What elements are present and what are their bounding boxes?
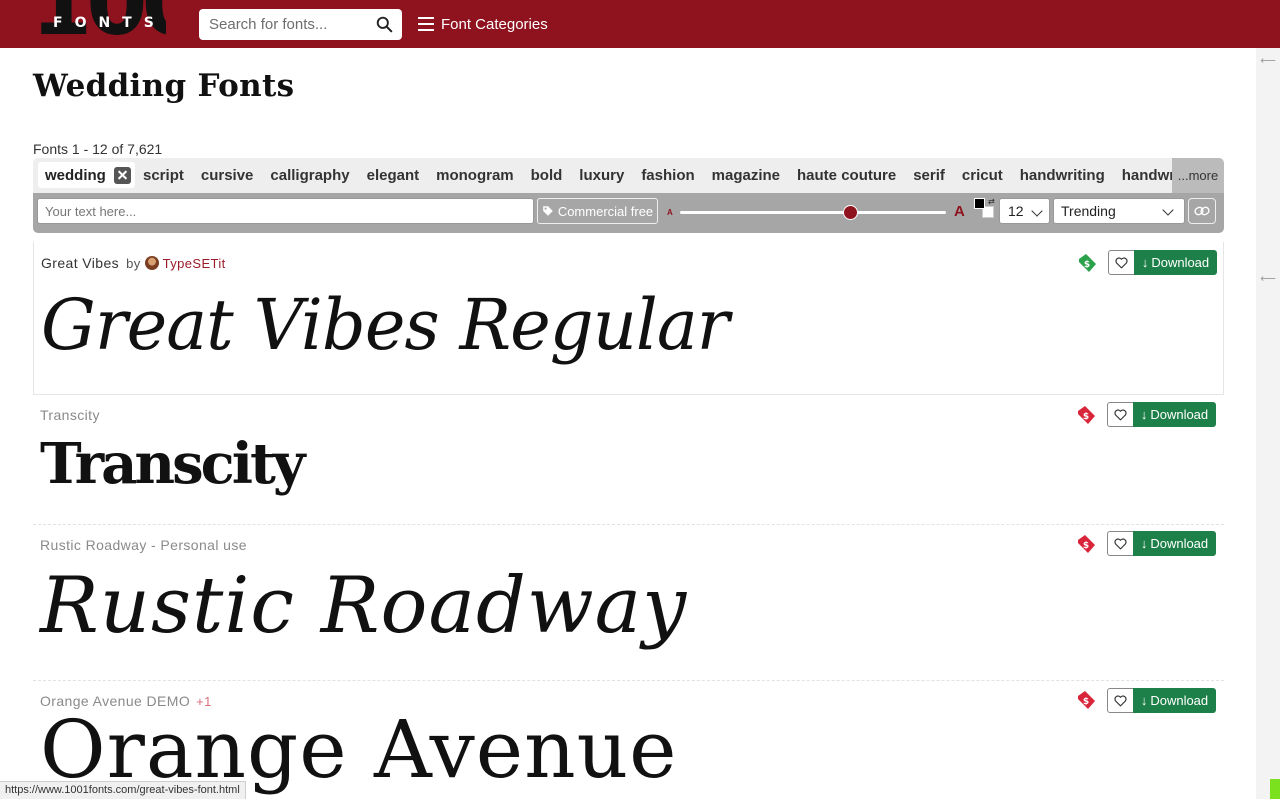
download-button[interactable]: ↓ Download: [1133, 688, 1216, 713]
font-row: Transcity $ ↓ Download Transcity: [33, 395, 1224, 525]
font-name-link[interactable]: Great Vibes: [41, 255, 119, 271]
close-icon[interactable]: [113, 166, 131, 184]
arrow-left-icon[interactable]: ⟵: [1260, 272, 1276, 285]
tag-item[interactable]: calligraphy: [270, 167, 349, 184]
site-logo[interactable]: 1001 FONTS: [33, 0, 166, 48]
download-label: Download: [1151, 255, 1210, 270]
download-arrow-icon: ↓: [1140, 536, 1148, 551]
status-bar-url: https://www.1001fonts.com/great-vibes-fo…: [0, 781, 246, 799]
commercial-free-label: Commercial free: [557, 203, 654, 219]
font-preview[interactable]: Great Vibes Regular: [41, 284, 730, 366]
slider-thumb[interactable]: [842, 205, 858, 220]
font-row: Great Vibes by TypeSETit $ ↓ Download Gr…: [33, 242, 1224, 395]
font-title: Transcity: [40, 407, 100, 423]
tag-item[interactable]: cursive: [201, 167, 254, 184]
top-bar: 1001 FONTS Font Categories: [0, 0, 1280, 48]
download-button[interactable]: ↓ Download: [1133, 402, 1216, 427]
favorite-button[interactable]: [1107, 402, 1134, 427]
tag-item[interactable]: bold: [531, 167, 563, 184]
tag-item[interactable]: fashion: [641, 167, 694, 184]
tag-item[interactable]: monogram: [436, 167, 514, 184]
tag-item[interactable]: luxury: [579, 167, 624, 184]
active-tag-label: wedding: [45, 166, 106, 184]
author-link[interactable]: TypeSETit: [163, 256, 226, 271]
download-label: Download: [1150, 407, 1209, 422]
search-box: [199, 9, 402, 40]
chevron-down-icon: [1031, 205, 1043, 217]
by-label: by: [126, 255, 141, 271]
commercial-free-toggle[interactable]: Commercial free: [537, 198, 658, 224]
avatar: [144, 256, 159, 270]
download-button[interactable]: ↓ Download: [1134, 250, 1217, 275]
more-tags-button[interactable]: ...more: [1172, 158, 1224, 193]
download-label: Download: [1150, 693, 1209, 708]
download-arrow-icon: ↓: [1140, 693, 1148, 708]
license-tag-icon[interactable]: $: [1075, 533, 1097, 555]
font-preview[interactable]: Rustic Roadway: [40, 561, 687, 651]
preview-text-input[interactable]: [37, 198, 534, 224]
favorite-button[interactable]: [1107, 531, 1134, 556]
sort-select[interactable]: Trending: [1053, 198, 1185, 224]
slider-track[interactable]: [680, 211, 946, 214]
logo-word: FONTS: [53, 15, 166, 31]
tag-list: script cursive calligraphy elegant monog…: [143, 167, 1224, 184]
heart-icon: [1114, 408, 1127, 420]
active-tag[interactable]: wedding: [38, 162, 135, 188]
arrow-left-icon[interactable]: ⟵: [1260, 54, 1276, 67]
font-name-link[interactable]: Transcity: [40, 407, 100, 423]
tag-bar: wedding script cursive calligraphy elega…: [33, 158, 1224, 193]
svg-text:$: $: [1084, 260, 1090, 270]
small-size-label: A: [667, 208, 673, 217]
chevron-down-icon: [1162, 204, 1174, 216]
heart-icon: [1115, 256, 1128, 268]
result-count: Fonts 1 - 12 of 7,621: [33, 141, 163, 157]
license-tag-icon[interactable]: $: [1075, 404, 1097, 426]
tag-item[interactable]: magazine: [712, 167, 780, 184]
foreground-color-swatch[interactable]: [974, 198, 985, 209]
page-title: Wedding Fonts: [33, 68, 295, 104]
font-preview[interactable]: Transcity: [40, 431, 305, 497]
favorite-button[interactable]: [1107, 688, 1134, 713]
sort-value: Trending: [1061, 203, 1116, 219]
favorite-button[interactable]: [1108, 250, 1135, 275]
link-icon: [1194, 206, 1210, 216]
license-tag-icon[interactable]: $: [1075, 689, 1097, 711]
font-title: Rustic Roadway - Personal use: [40, 537, 247, 553]
heart-icon: [1114, 537, 1127, 549]
tag-item[interactable]: haute couture: [797, 167, 896, 184]
search-input[interactable]: [199, 9, 369, 40]
download-button[interactable]: ↓ Download: [1133, 531, 1216, 556]
font-row: Rustic Roadway - Personal use $ ↓ Downlo…: [33, 525, 1224, 681]
status-indicator: [1270, 779, 1280, 799]
tag-item[interactable]: cricut: [962, 167, 1003, 184]
tag-item[interactable]: script: [143, 167, 184, 184]
svg-text:$: $: [1083, 697, 1089, 707]
font-size-select[interactable]: 12: [999, 198, 1050, 224]
search-icon[interactable]: [376, 16, 393, 33]
swap-colors-icon[interactable]: ⇄: [988, 197, 995, 206]
font-size-value: 12: [1008, 203, 1024, 219]
side-panel-strip: ⟵ ⟵: [1256, 48, 1280, 799]
font-name-link[interactable]: Rustic Roadway - Personal use: [40, 537, 247, 553]
heart-icon: [1114, 694, 1127, 706]
font-title: Great Vibes by TypeSETit: [41, 255, 226, 271]
tag-item[interactable]: handwriting: [1020, 167, 1105, 184]
size-slider[interactable]: A A: [666, 198, 966, 224]
menu-icon: [418, 17, 434, 31]
tag-item[interactable]: elegant: [367, 167, 420, 184]
preview-controls: Commercial free A A ⇄ 12 Trending: [33, 193, 1224, 233]
download-arrow-icon: ↓: [1140, 407, 1148, 422]
large-size-label: A: [954, 203, 965, 220]
share-link-button[interactable]: [1188, 198, 1216, 224]
svg-text:$: $: [1083, 541, 1089, 551]
font-categories-label: Font Categories: [441, 15, 548, 33]
tag-icon: [543, 206, 553, 216]
font-categories-menu[interactable]: Font Categories: [418, 13, 548, 35]
color-picker[interactable]: ⇄: [974, 197, 996, 220]
tag-item[interactable]: serif: [913, 167, 945, 184]
download-label: Download: [1150, 536, 1209, 551]
svg-text:$: $: [1083, 412, 1089, 422]
download-arrow-icon: ↓: [1141, 255, 1149, 270]
license-tag-icon[interactable]: $: [1076, 252, 1098, 274]
